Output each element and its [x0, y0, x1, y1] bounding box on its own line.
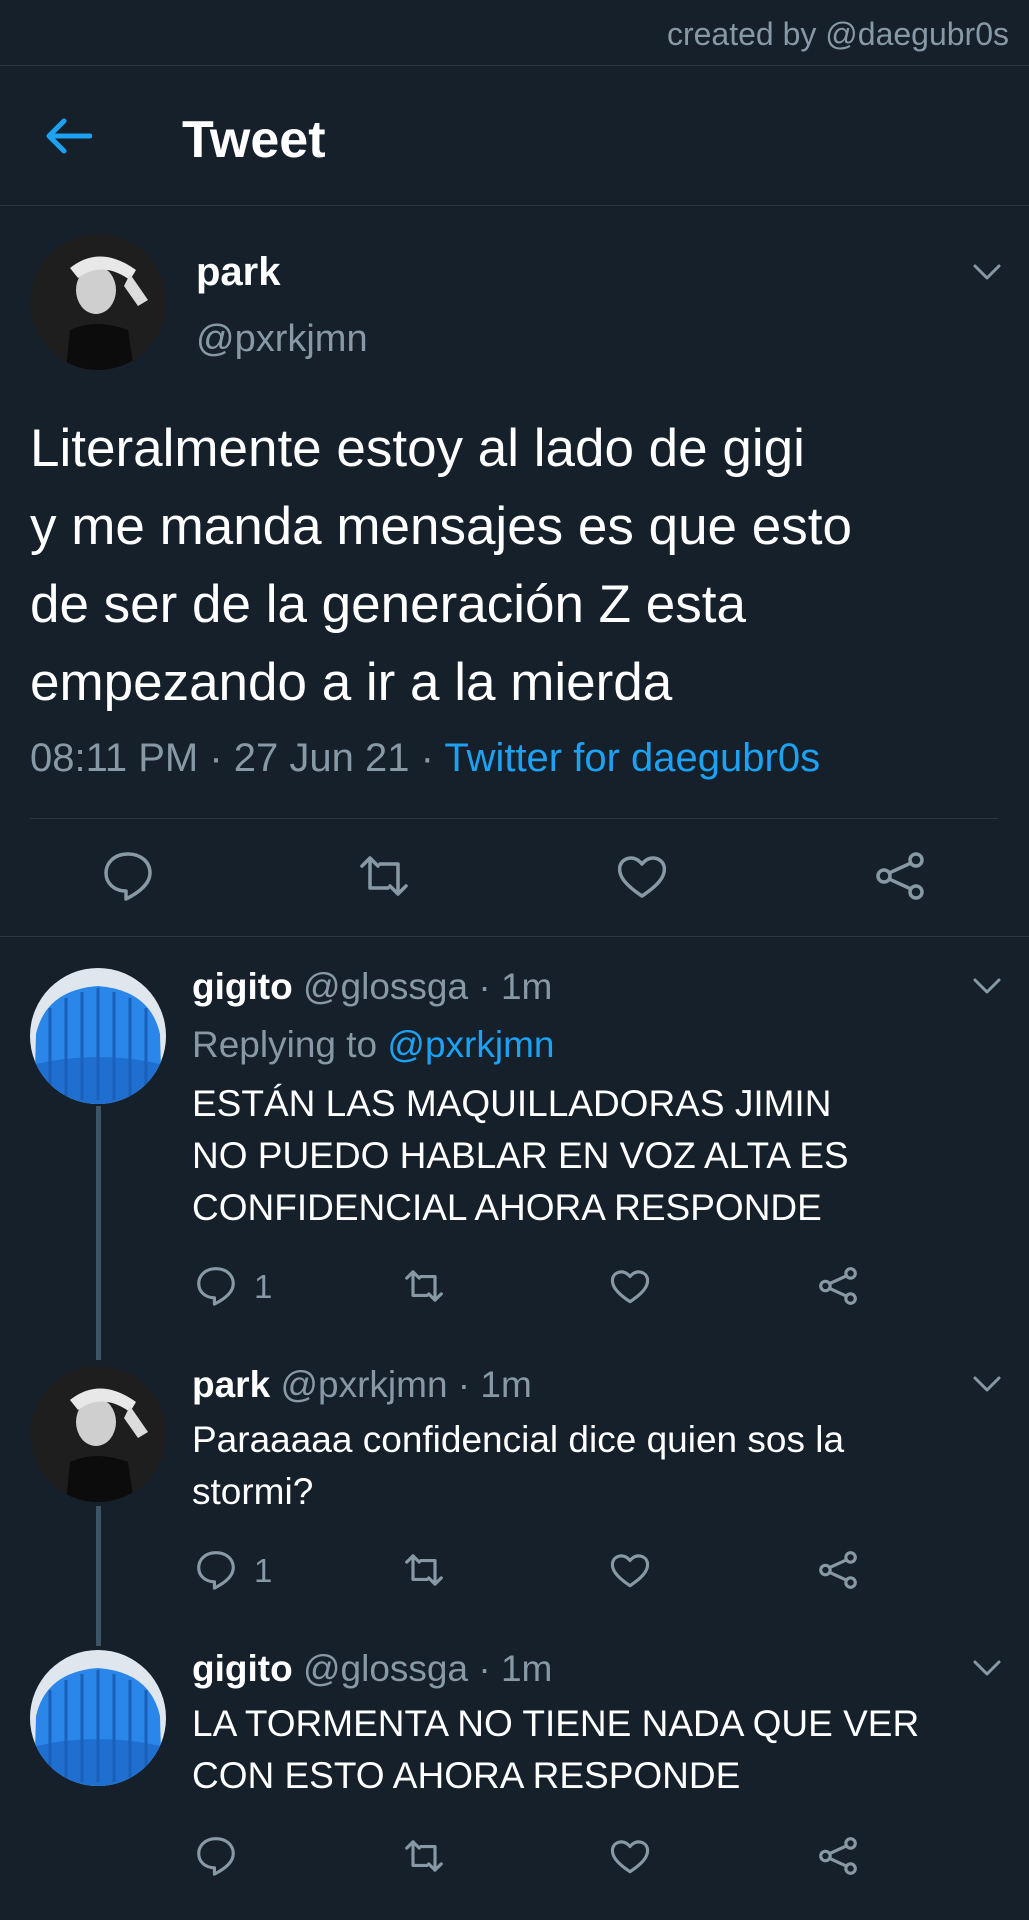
tweet-text-line: empezando a ir a la mierda [30, 653, 673, 712]
tweet-source-link[interactable]: Twitter for daegubr0s [444, 736, 820, 780]
reply-author-name[interactable]: gigito [192, 966, 293, 1007]
tweet-text-line: de ser de la generación Z esta [30, 575, 746, 634]
heart-icon[interactable] [608, 1834, 652, 1878]
reply-author-name[interactable]: gigito [192, 1648, 293, 1689]
tweet-text: Literalmente estoy al lado de gigi y me … [30, 410, 1010, 722]
reply-count: 1 [254, 1552, 273, 1589]
avatar-gigito[interactable] [30, 968, 166, 1104]
reply-header: gigito @glossga · 1m [192, 1648, 552, 1690]
reply-text-line: NO PUEDO HABLAR EN VOZ ALTA ES [192, 1135, 849, 1176]
reply-header: gigito @glossga · 1m [192, 966, 552, 1008]
retweet-icon[interactable] [356, 848, 412, 904]
credit-text: created by @daegubr0s [666, 16, 1009, 52]
retweet-icon[interactable] [402, 1264, 446, 1308]
reply-icon[interactable] [194, 1548, 238, 1592]
avatar-park[interactable] [30, 234, 166, 370]
reply-icon[interactable] [194, 1264, 238, 1308]
replying-to: Replying to @pxrkjmn [192, 1024, 554, 1066]
reply-icon[interactable] [100, 848, 156, 904]
tweet-text-line: Literalmente estoy al lado de gigi [30, 419, 805, 478]
reply-text-line: ESTÁN LAS MAQUILLADORAS JIMIN [192, 1083, 832, 1124]
tweet-meta: 08:11 PM · 27 Jun 21 · Twitter for daegu… [30, 736, 820, 781]
reply-icon[interactable] [194, 1834, 238, 1878]
replying-to-link[interactable]: @pxrkjmn [387, 1024, 554, 1065]
thread-line [96, 1506, 101, 1646]
reply-text-line: LA TORMENTA NO TIENE NADA QUE VER [192, 1703, 920, 1744]
top-app-bar: Tweet [0, 66, 1029, 206]
reply-text: ESTÁN LAS MAQUILLADORAS JIMIN NO PUEDO H… [192, 1078, 1012, 1234]
retweet-icon[interactable] [402, 1548, 446, 1592]
divider [30, 818, 998, 819]
thread-line [96, 1106, 101, 1360]
chevron-down-icon[interactable] [972, 1374, 1002, 1394]
reply-handle-time: @pxrkjmn · 1m [280, 1364, 532, 1405]
avatar-park[interactable] [30, 1366, 166, 1502]
reply-handle-time: @glossga · 1m [302, 1648, 553, 1689]
tweet-text-line: y me manda mensajes es que esto [30, 497, 852, 556]
heart-icon[interactable] [608, 1264, 652, 1308]
reply-handle-time: @glossga · 1m [302, 966, 553, 1007]
replying-to-label: Replying to [192, 1024, 388, 1065]
page-title: Tweet [182, 111, 326, 169]
heart-icon[interactable] [608, 1548, 652, 1592]
avatar-gigito[interactable] [30, 1650, 166, 1786]
arrow-left-icon[interactable] [44, 116, 92, 156]
reply-text-line: CON ESTO AHORA RESPONDE [192, 1755, 741, 1796]
reply-header: park @pxrkjmn · 1m [192, 1364, 532, 1406]
share-icon[interactable] [872, 848, 928, 904]
share-icon[interactable] [816, 1264, 860, 1308]
share-icon[interactable] [816, 1834, 860, 1878]
reply-count: 1 [254, 1268, 273, 1305]
reply-text-line: CONFIDENCIAL AHORA RESPONDE [192, 1187, 822, 1228]
reply-author-name[interactable]: park [192, 1364, 270, 1405]
reply-text-line: Paraaaaa confidencial dice quien sos la [192, 1419, 845, 1460]
chevron-down-icon[interactable] [972, 976, 1002, 996]
reply-text: Paraaaaa confidencial dice quien sos la … [192, 1414, 1012, 1518]
share-icon[interactable] [816, 1548, 860, 1592]
reply-text-line: stormi? [192, 1471, 314, 1512]
divider [0, 936, 1029, 937]
chevron-down-icon[interactable] [972, 1658, 1002, 1678]
credit-bar: created by @daegubr0s [0, 0, 1029, 66]
tweet-timestamp: 08:11 PM · 27 Jun 21 · [30, 736, 445, 780]
author-name[interactable]: park [196, 250, 281, 295]
author-handle[interactable]: @pxrkjmn [196, 318, 368, 361]
heart-icon[interactable] [614, 848, 670, 904]
retweet-icon[interactable] [402, 1834, 446, 1878]
reply-text: LA TORMENTA NO TIENE NADA QUE VER CON ES… [192, 1698, 1012, 1802]
chevron-down-icon[interactable] [972, 262, 1002, 282]
